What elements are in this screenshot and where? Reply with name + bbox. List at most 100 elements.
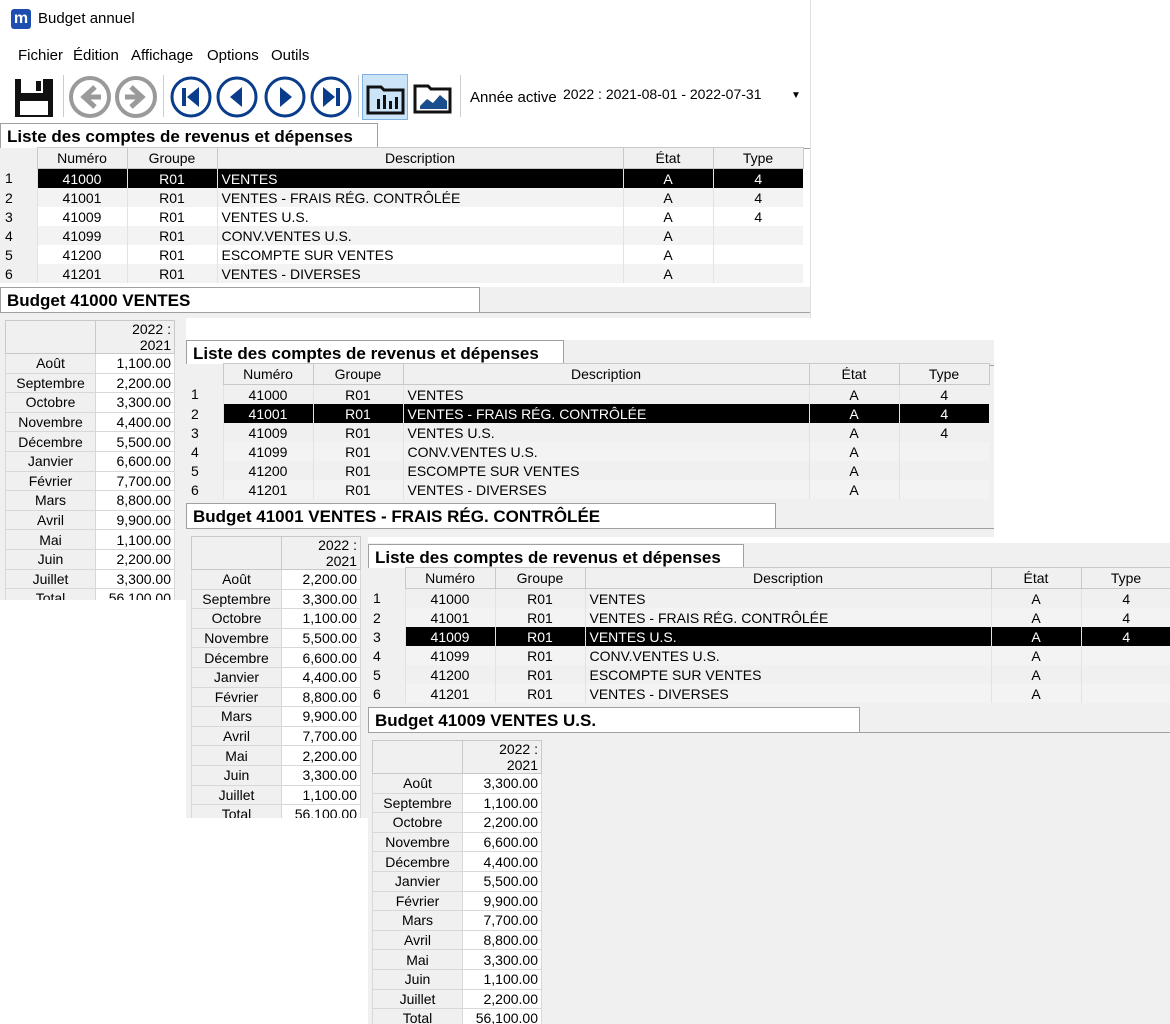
column-header-groupe[interactable]: Groupe <box>312 363 404 385</box>
table-row[interactable]: 6 41201 R01 VENTES - DIVERSES A <box>0 264 803 283</box>
cell-groupe[interactable]: R01 <box>494 588 585 608</box>
column-header-numero[interactable]: Numéro <box>36 147 128 169</box>
cell-groupe[interactable]: R01 <box>126 168 217 188</box>
cell-groupe[interactable]: R01 <box>126 245 217 264</box>
cell-type[interactable] <box>712 245 803 264</box>
column-header-groupe[interactable]: Groupe <box>494 567 586 589</box>
table-row[interactable]: 3 41009 R01 VENTES U.S. A 4 <box>186 423 989 442</box>
cell-groupe[interactable]: R01 <box>312 480 403 499</box>
menu-options[interactable]: Options <box>207 47 259 64</box>
cell-numero[interactable]: 41000 <box>36 168 127 188</box>
cell-etat[interactable]: A <box>622 207 713 226</box>
next-record-icon[interactable] <box>262 74 308 120</box>
cell-description[interactable]: ESCOMPTE SUR VENTES <box>402 461 809 480</box>
table-row[interactable]: 4 41099 R01 CONV.VENTES U.S. A <box>0 226 803 245</box>
cell-type[interactable]: 4 <box>712 168 803 188</box>
cell-description[interactable]: VENTES <box>402 384 809 404</box>
month-value[interactable]: 7,700.00 <box>95 470 175 492</box>
month-value[interactable]: 2,200.00 <box>281 745 361 766</box>
cell-numero[interactable]: 41201 <box>222 480 313 499</box>
cell-type[interactable]: 4 <box>898 404 989 423</box>
month-value[interactable]: 7,700.00 <box>281 725 361 747</box>
dropdown-arrow-icon[interactable]: ▼ <box>788 87 804 105</box>
cell-numero[interactable]: 41200 <box>222 461 313 480</box>
month-value[interactable]: 3,300.00 <box>95 568 175 590</box>
year-select[interactable]: 2022 : 2021-08-01 - 2022-07-31 <box>563 86 761 102</box>
table-row[interactable]: 5 41200 R01 ESCOMPTE SUR VENTES A <box>0 245 803 264</box>
cell-etat[interactable]: A <box>808 404 899 423</box>
month-value[interactable]: 6,600.00 <box>462 831 542 853</box>
table-row[interactable]: 6 41201 R01 VENTES - DIVERSES A <box>186 480 989 499</box>
cell-groupe[interactable]: R01 <box>494 608 585 627</box>
cell-etat[interactable]: A <box>808 442 899 461</box>
cell-numero[interactable]: 41009 <box>36 207 127 226</box>
cell-numero[interactable]: 41099 <box>404 646 495 665</box>
month-value[interactable]: 5,500.00 <box>95 431 175 452</box>
back-arrow-icon[interactable] <box>67 74 113 120</box>
cell-description[interactable]: ESCOMPTE SUR VENTES <box>584 665 991 684</box>
folder-graph-icon[interactable] <box>410 74 456 120</box>
cell-groupe[interactable]: R01 <box>312 423 403 442</box>
cell-type[interactable]: 4 <box>1080 608 1170 627</box>
first-record-icon[interactable] <box>168 74 214 120</box>
cell-numero[interactable]: 41201 <box>404 684 495 703</box>
month-value[interactable]: 5,500.00 <box>281 627 361 649</box>
last-record-icon[interactable] <box>308 74 354 120</box>
month-value[interactable]: 3,300.00 <box>462 949 542 970</box>
cell-numero[interactable]: 41099 <box>36 226 127 245</box>
cell-groupe[interactable]: R01 <box>494 627 585 646</box>
cell-etat[interactable]: A <box>622 168 713 188</box>
cell-etat[interactable]: A <box>622 188 713 207</box>
month-value[interactable]: 56,100.00 <box>95 588 175 600</box>
cell-description[interactable]: ESCOMPTE SUR VENTES <box>216 245 623 264</box>
cell-description[interactable]: VENTES <box>584 588 991 608</box>
cell-etat[interactable]: A <box>808 461 899 480</box>
cell-type[interactable] <box>898 461 989 480</box>
cell-etat[interactable]: A <box>622 226 713 245</box>
menu-fichier[interactable]: Fichier <box>18 47 63 64</box>
month-value[interactable]: 2,200.00 <box>95 372 175 394</box>
cell-description[interactable]: CONV.VENTES U.S. <box>216 226 623 245</box>
cell-etat[interactable]: A <box>990 646 1081 665</box>
table-row[interactable]: 6 41201 R01 VENTES - DIVERSES A <box>368 684 1170 703</box>
month-value[interactable]: 2,200.00 <box>462 812 542 833</box>
cell-description[interactable]: VENTES U.S. <box>402 423 809 442</box>
cell-etat[interactable]: A <box>808 480 899 499</box>
cell-description[interactable]: VENTES <box>216 168 623 188</box>
cell-numero[interactable]: 41000 <box>404 588 495 608</box>
cell-description[interactable]: VENTES - FRAIS RÉG. CONTRÔLÉE <box>402 404 809 423</box>
cell-groupe[interactable]: R01 <box>494 684 585 703</box>
month-value[interactable]: 8,800.00 <box>462 929 542 951</box>
column-header-etat[interactable]: État <box>808 363 900 385</box>
cell-groupe[interactable]: R01 <box>312 384 403 404</box>
menu-affichage[interactable]: Affichage <box>131 47 193 64</box>
previous-record-icon[interactable] <box>214 74 260 120</box>
column-header-type[interactable]: Type <box>898 363 990 385</box>
cell-groupe[interactable]: R01 <box>126 226 217 245</box>
month-value[interactable]: 1,100.00 <box>281 608 361 629</box>
table-row[interactable]: 3 41009 R01 VENTES U.S. A 4 <box>0 207 803 226</box>
table-row[interactable]: 3 41009 R01 VENTES U.S. A 4 <box>368 627 1170 646</box>
month-value[interactable]: 1,100.00 <box>95 353 175 374</box>
month-value[interactable]: 6,600.00 <box>95 450 175 472</box>
cell-type[interactable] <box>1080 665 1170 684</box>
cell-etat[interactable]: A <box>990 627 1081 646</box>
column-header-etat[interactable]: État <box>990 567 1082 589</box>
cell-groupe[interactable]: R01 <box>312 404 403 423</box>
table-row[interactable]: 4 41099 R01 CONV.VENTES U.S. A <box>186 442 989 461</box>
cell-description[interactable]: VENTES - FRAIS RÉG. CONTRÔLÉE <box>584 608 991 627</box>
month-value[interactable]: 4,400.00 <box>281 666 361 688</box>
column-header-numero[interactable]: Numéro <box>404 567 496 589</box>
cell-etat[interactable]: A <box>808 384 899 404</box>
month-value[interactable]: 9,900.00 <box>281 706 361 727</box>
cell-numero[interactable]: 41200 <box>36 245 127 264</box>
table-row[interactable]: 1 41000 R01 VENTES A 4 <box>186 384 989 404</box>
column-header-numero[interactable]: Numéro <box>222 363 314 385</box>
month-value[interactable]: 3,300.00 <box>462 773 542 794</box>
cell-description[interactable]: VENTES - DIVERSES <box>402 480 809 499</box>
cell-etat[interactable]: A <box>990 684 1081 703</box>
table-row[interactable]: 5 41200 R01 ESCOMPTE SUR VENTES A <box>186 461 989 480</box>
cell-numero[interactable]: 41009 <box>404 627 495 646</box>
cell-type[interactable] <box>1080 684 1170 703</box>
save-icon[interactable] <box>11 74 57 120</box>
